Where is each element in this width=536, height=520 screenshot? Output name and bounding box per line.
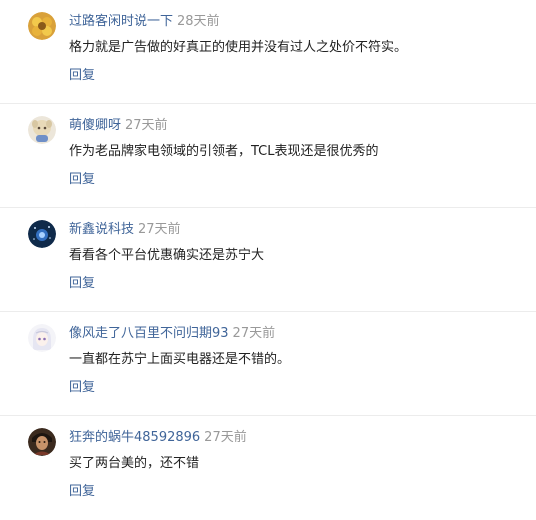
reply-button[interactable]: 回复: [69, 378, 95, 398]
comment-text: 看看各个平台优惠确实还是苏宁大: [69, 248, 265, 263]
username[interactable]: 过路客闲时说一下: [69, 14, 173, 29]
night-sky-avatar-icon: [28, 220, 56, 248]
reply-button[interactable]: 回复: [69, 274, 95, 294]
comment-meta: 像风走了八百里不问归期93 27天前: [69, 324, 275, 344]
timestamp: 27天前: [125, 118, 168, 133]
avatar[interactable]: [28, 428, 56, 456]
reply-button[interactable]: 回复: [69, 482, 95, 502]
reply-button[interactable]: 回复: [69, 66, 95, 86]
username[interactable]: 萌傻卿呀: [69, 118, 121, 133]
timestamp: 27天前: [232, 326, 276, 341]
avatar[interactable]: [28, 12, 56, 40]
timestamp: 27天前: [204, 430, 247, 445]
comment-item: 狂奔的蜗牛48592896 27天前 买了两台美的，还不错 回复: [0, 416, 536, 520]
comment-text: 格力就是广告做的好真正的使用并没有过人之处价不符实。: [69, 40, 408, 55]
comment-item: 像风走了八百里不问归期93 27天前 一直都在苏宁上面买电器还是不错的。 回复: [0, 312, 536, 416]
comment-text: 买了两台美的，还不错: [69, 456, 200, 471]
avatar[interactable]: [28, 220, 56, 248]
username[interactable]: 像风走了八百里不问归期93: [69, 326, 229, 341]
comment-text: 一直都在苏宁上面买电器还是不错的。: [69, 352, 291, 367]
cartoon-avatar-icon: [28, 116, 56, 144]
comment-item: 萌傻卿呀 27天前 作为老品牌家电领域的引领者，TCL表现还是很优秀的 回复: [0, 104, 536, 208]
avatar[interactable]: [28, 324, 56, 352]
comment-item: 新鑫说科技 27天前 看看各个平台优惠确实还是苏宁大 回复: [0, 208, 536, 312]
username[interactable]: 狂奔的蜗牛48592896: [69, 430, 200, 445]
comment-item: 过路客闲时说一下 28天前 格力就是广告做的好真正的使用并没有过人之处价不符实。 …: [0, 0, 536, 104]
comment-list: 过路客闲时说一下 28天前 格力就是广告做的好真正的使用并没有过人之处价不符实。 …: [0, 0, 536, 515]
comment-meta: 过路客闲时说一下 28天前: [69, 12, 220, 32]
flower-avatar-icon: [28, 12, 56, 40]
avatar[interactable]: [28, 116, 56, 144]
comment-meta: 新鑫说科技 27天前: [69, 220, 181, 240]
portrait-avatar-icon: [28, 428, 56, 456]
username[interactable]: 新鑫说科技: [69, 222, 134, 237]
comment-text: 作为老品牌家电领域的引领者，TCL表现还是很优秀的: [69, 144, 379, 159]
reply-button[interactable]: 回复: [69, 170, 95, 190]
comment-meta: 狂奔的蜗牛48592896 27天前: [69, 428, 247, 448]
anime-girl-avatar-icon: [28, 324, 56, 352]
timestamp: 27天前: [138, 222, 181, 237]
comment-meta: 萌傻卿呀 27天前: [69, 116, 168, 136]
timestamp: 28天前: [177, 14, 220, 29]
